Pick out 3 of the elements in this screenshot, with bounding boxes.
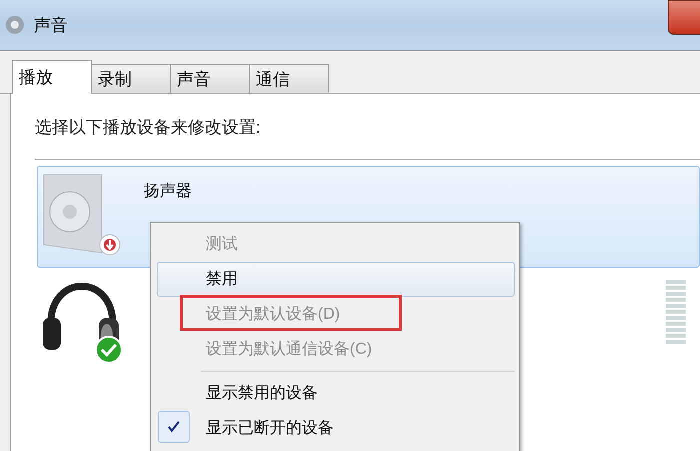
device-name: 扬声器 [144,182,192,202]
window-title: 声音 [34,14,68,36]
instruction-text: 选择以下播放设备来修改设置: [35,117,262,139]
